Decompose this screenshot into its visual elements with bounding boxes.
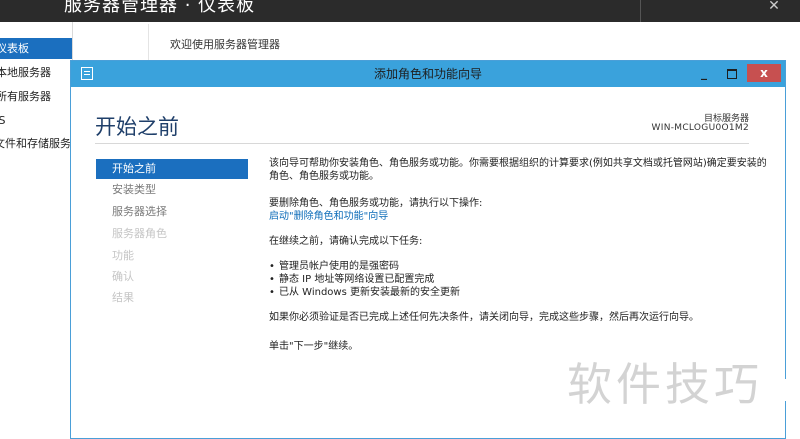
maximize-icon [727,68,737,79]
sidebar-item-iis[interactable]: IIS [0,110,72,131]
watermark-text: 软件技巧 [567,358,764,411]
list-item: 已从 Windows 更新安装最新的安全更新 [269,286,769,299]
step-installation-type[interactable]: 安装类型 [96,180,248,200]
minimize-button[interactable]: _ [691,64,717,82]
server-manager-title: 服务器管理器 · 仪表板 [64,0,256,16]
wizard-content: 该向导可帮助你安装角色、角色服务或功能。你需要根据组织的计算要求(例如共享文档或… [269,157,769,353]
verify-text: 如果你必须验证是否已完成上述任何先决条件，请关闭向导，完成这些步骤，然后再次运行… [269,312,699,323]
server-manager-sidebar: 仪表板 本地服务器 所有服务器 IIS 文件和存储服务 [0,22,73,439]
sidebar-item-dashboard[interactable]: 仪表板 [0,38,72,59]
prerequisites-list: 管理员帐户使用的是强密码 静态 IP 地址等网络设置已配置完成 已从 Windo… [269,260,769,299]
sidebar-item-file-storage[interactable]: 文件和存储服务 [0,133,72,154]
titlebar-separator [640,0,641,22]
step-results: 结果 [112,291,134,304]
welcome-heading: 欢迎使用服务器管理器 [170,38,280,51]
step-server-roles: 服务器角色 [112,227,167,240]
wizard-title: 添加角色和功能向导 [373,67,482,81]
step-features: 功能 [112,249,134,262]
page-title: 开始之前 [95,115,179,139]
server-manager-titlebar: 服务器管理器 · 仪表板 ✕ [0,0,800,22]
step-confirmation: 确认 [112,270,134,283]
step-server-selection[interactable]: 服务器选择 [96,202,248,222]
sidebar-item-all-servers[interactable]: 所有服务器 [0,86,72,107]
list-item: 静态 IP 地址等网络设置已配置完成 [269,273,769,286]
remove-roles-link[interactable]: 启动"删除角色和功能"向导 [269,210,769,223]
header-divider [95,143,749,144]
server-manager-close-icon[interactable]: ✕ [762,0,786,16]
welcome-divider [148,24,149,62]
close-button[interactable]: x [747,64,781,82]
sidebar-item-local-server[interactable]: 本地服务器 [0,62,72,83]
intro-text: 该向导可帮助你安装角色、角色服务或功能。你需要根据组织的计算要求(例如共享文档或… [269,158,767,182]
list-item: 管理员帐户使用的是强密码 [269,260,769,273]
prerequisites-intro: 在继续之前，请确认完成以下任务: [269,236,423,247]
maximize-button[interactable] [719,64,745,82]
wizard-titlebar[interactable]: 添加角色和功能向导 _ x [71,61,785,87]
target-server-value: WIN-MCLOGU0O1M2 [651,123,749,133]
step-before-you-begin[interactable]: 开始之前 [96,159,248,179]
remove-instructions: 要删除角色、角色服务或功能，请执行以下操作: [269,198,483,209]
